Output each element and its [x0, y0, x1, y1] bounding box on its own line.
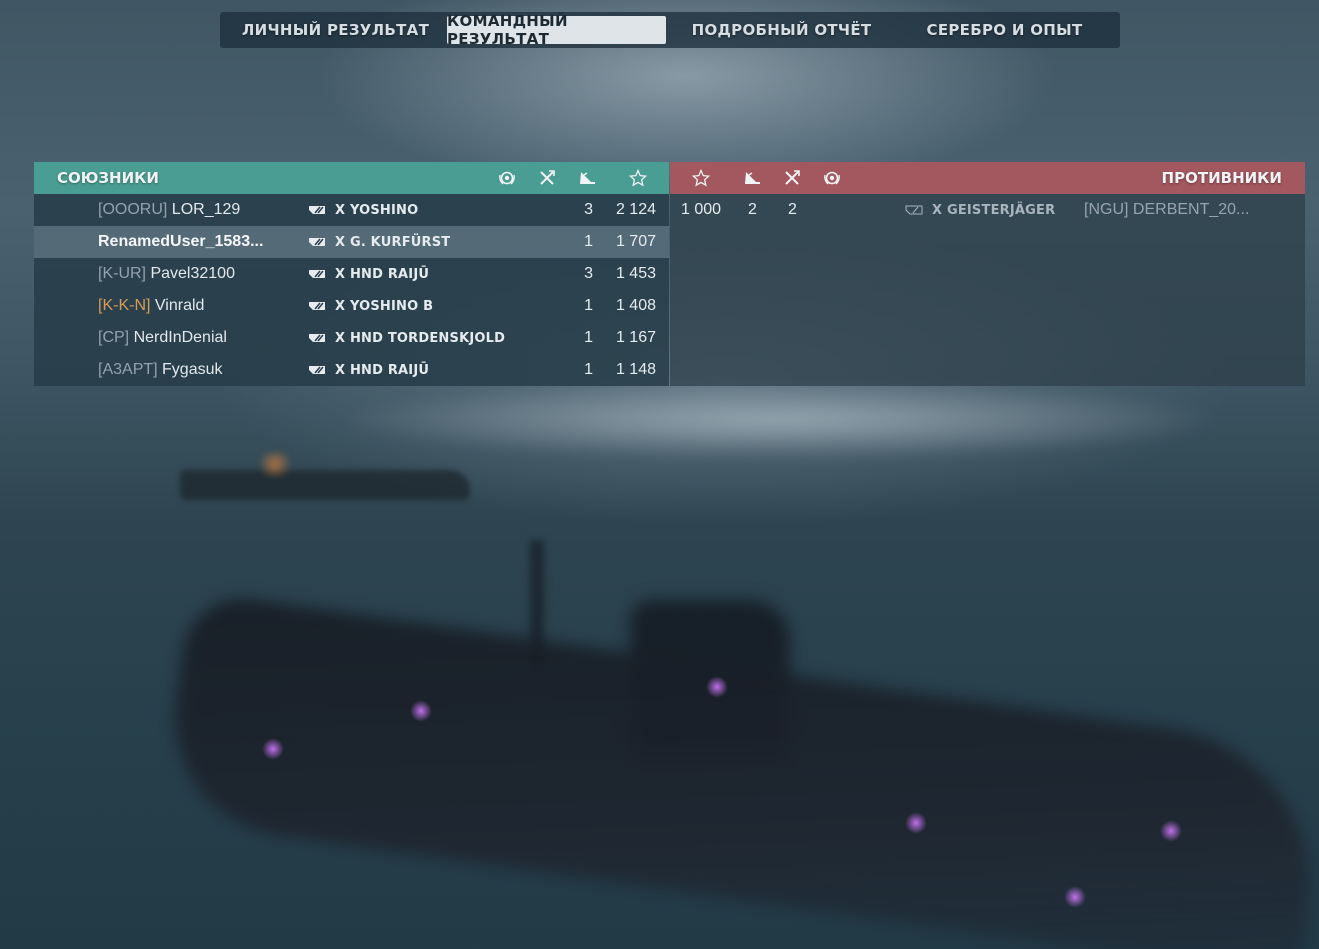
ribbon-plane-icon[interactable]	[538, 169, 556, 187]
ally-row[interactable]: [K-K-N] Vinrald X YOSHINO B 1 1 408	[34, 290, 669, 322]
clan-tag: [A3APT]	[98, 361, 158, 378]
allies-list: [OOORU] LOR_129 X YOSHINO 3 2 124 RenamedUse…	[34, 194, 669, 386]
score-value: 1 453	[615, 265, 656, 282]
background-ship-tower	[630, 600, 790, 760]
enemies-panel: ПРОТИВНИКИ 1 000 2 2 X GEISTERJÄGER [NGU] DE…	[670, 162, 1305, 386]
enemies-title: ПРОТИВНИКИ	[1161, 169, 1282, 187]
result-tabs: ЛИЧНЫЙ РЕЗУЛЬТАТ КОМАНДНЫЙ РЕЗУЛЬТАТ ПОД…	[220, 12, 1120, 48]
player-name: LOR_129	[171, 201, 241, 218]
background-glow	[706, 676, 728, 698]
tab-personal-result[interactable]: ЛИЧНЫЙ РЕЗУЛЬТАТ	[224, 16, 447, 44]
ship-class-icon	[905, 205, 923, 215]
kills-value: 2	[748, 201, 757, 218]
tab-credits-and-xp[interactable]: СЕРЕБРО И ОПЫТ	[893, 16, 1116, 44]
enemies-header: ПРОТИВНИКИ	[670, 162, 1305, 194]
ship-class-icon	[308, 301, 326, 311]
ship-class-icon	[308, 333, 326, 343]
clan-tag: [OOORU]	[98, 201, 168, 218]
enemy-row[interactable]: 1 000 2 2 X GEISTERJÄGER [NGU] DERBENT_20...	[670, 194, 1305, 226]
ally-row[interactable]: [CP] NerdInDenial X HND TORDENSKJOLD 1 1 16…	[34, 322, 669, 354]
ship-name: X YOSHINO	[335, 202, 419, 218]
score-value: 1 148	[615, 361, 656, 378]
background-fire	[255, 452, 295, 476]
enemies-list: 1 000 2 2 X GEISTERJÄGER [NGU] DERBENT_20...	[670, 194, 1305, 386]
player-name: Pavel32100	[150, 265, 235, 282]
clan-tag: [K-K-N]	[98, 297, 151, 314]
background-distant-ship	[180, 470, 470, 500]
tab-detailed-report[interactable]: ПОДРОБНЫЙ ОТЧЁТ	[670, 16, 893, 44]
star-icon[interactable]	[692, 169, 710, 187]
star-icon[interactable]	[629, 169, 647, 187]
player-name-cell: RenamedUser_1583...	[98, 233, 263, 251]
ship-class-icon	[308, 365, 326, 375]
player-name: DERBENT_20...	[1132, 201, 1250, 218]
background-glow	[1160, 820, 1182, 842]
ship-class-icon	[308, 237, 326, 247]
allies-title: СОЮЗНИКИ	[57, 169, 159, 187]
ally-row[interactable]: [K-UR] Pavel32100 X HND RAIJŪ 3 1 453	[34, 258, 669, 290]
player-name: Vinrald	[154, 297, 205, 314]
background-haze	[330, 380, 1230, 460]
kills-value: 1	[584, 329, 593, 346]
ship-name: X G. KURFÜRST	[335, 234, 451, 250]
ship-name: X HND TORDENSKJOLD	[335, 330, 506, 346]
score-value: 1 707	[615, 233, 656, 250]
ship-name: X HND RAIJŪ	[335, 266, 430, 282]
ship-sunk-icon[interactable]	[743, 169, 761, 187]
clan-tag: [NGU]	[1084, 201, 1129, 218]
kills-value: 1	[584, 233, 593, 250]
background-glow	[262, 738, 284, 760]
background-glow	[410, 700, 432, 722]
allies-header: СОЮЗНИКИ	[34, 162, 669, 194]
player-name-cell: [OOORU] LOR_129	[98, 201, 240, 219]
kills-value: 3	[584, 265, 593, 282]
allies-panel: СОЮЗНИКИ [OOORU] LOR_129 X YOSHINO 3 2 124 R…	[34, 162, 669, 386]
ship-sunk-icon[interactable]	[578, 169, 596, 187]
player-name-cell: [A3APT] Fygasuk	[98, 361, 223, 379]
planes-value: 2	[788, 201, 797, 218]
kills-value: 3	[584, 201, 593, 218]
score-value: 1 408	[615, 297, 656, 314]
ship-name: X HND RAIJŪ	[335, 362, 430, 378]
background-glow	[905, 812, 927, 834]
ribbon-plane-icon[interactable]	[783, 169, 801, 187]
tab-team-result[interactable]: КОМАНДНЫЙ РЕЗУЛЬТАТ	[447, 12, 667, 48]
player-name: RenamedUser_1583...	[98, 233, 264, 250]
score-value: 2 124	[615, 201, 656, 218]
ship-name: X GEISTERJÄGER	[932, 202, 1056, 218]
kills-value: 1	[584, 361, 593, 378]
background-ship-hull	[159, 591, 1319, 949]
kills-value: 1	[584, 297, 593, 314]
ally-row[interactable]: [OOORU] LOR_129 X YOSHINO 3 2 124	[34, 194, 669, 226]
wreath-icon[interactable]	[498, 169, 516, 187]
ship-class-icon	[308, 205, 326, 215]
background-glow	[1064, 886, 1086, 908]
ally-row[interactable]: [A3APT] Fygasuk X HND RAIJŪ 1 1 148	[34, 354, 669, 386]
player-name: Fygasuk	[162, 361, 223, 378]
background-ship-mast	[530, 540, 544, 670]
player-name-cell: [NGU] DERBENT_20...	[1084, 201, 1249, 219]
player-name-cell: [K-K-N] Vinrald	[98, 297, 204, 315]
ship-class-icon	[308, 269, 326, 279]
wreath-icon[interactable]	[823, 169, 841, 187]
clan-tag: [CP]	[98, 329, 130, 346]
ally-row[interactable]: RenamedUser_1583... X G. KURFÜRST 1 1 707	[34, 226, 669, 258]
player-name-cell: [K-UR] Pavel32100	[98, 265, 235, 283]
score-value: 1 000	[681, 201, 722, 218]
ship-name: X YOSHINO B	[335, 298, 434, 314]
clan-tag: [K-UR]	[98, 265, 146, 282]
player-name-cell: [CP] NerdInDenial	[98, 329, 227, 347]
player-name: NerdInDenial	[133, 329, 227, 346]
score-value: 1 167	[615, 329, 656, 346]
